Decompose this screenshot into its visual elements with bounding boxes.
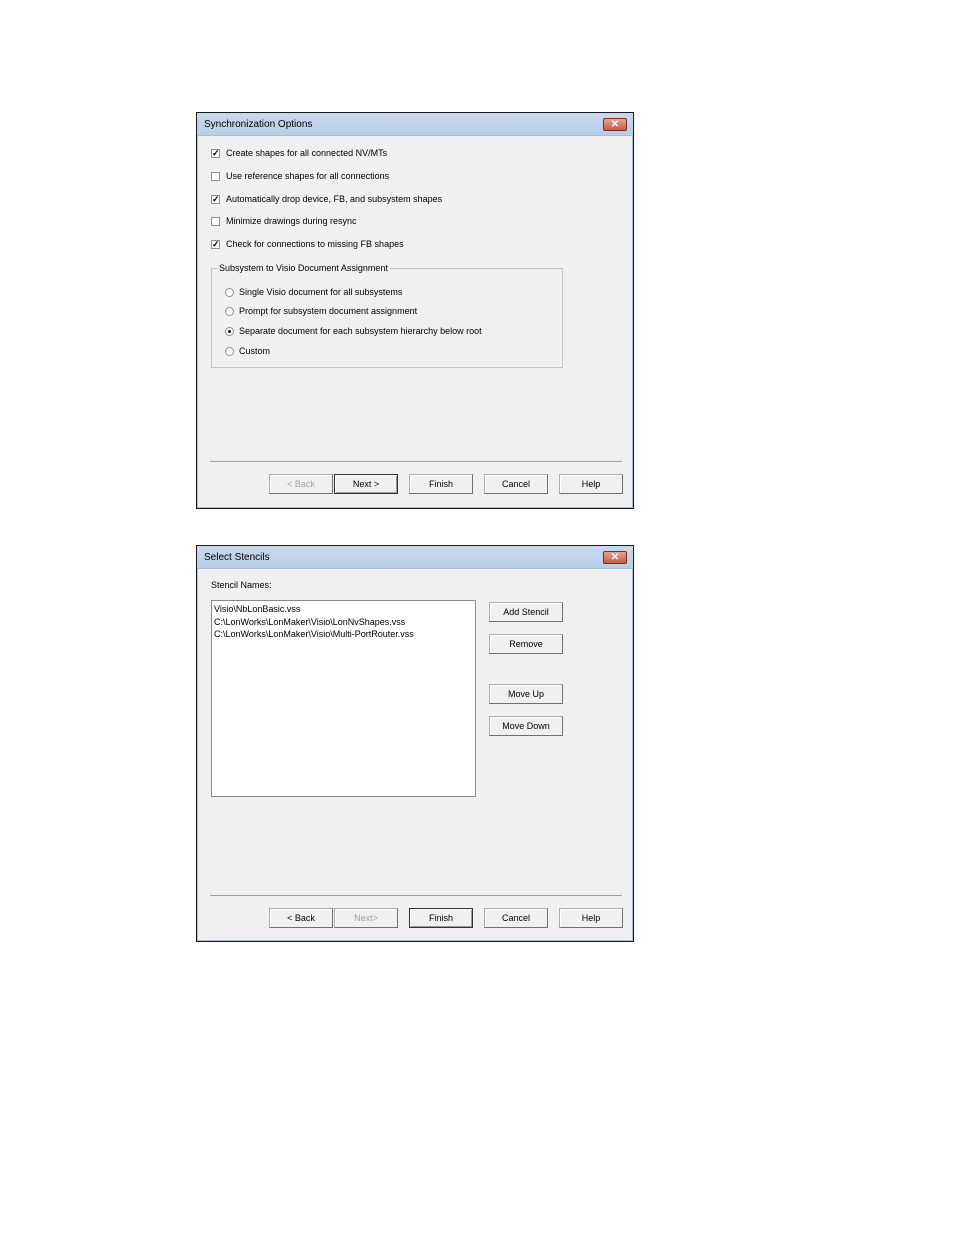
separator xyxy=(210,895,622,896)
separator xyxy=(210,461,622,462)
close-icon: ✕ xyxy=(610,119,620,130)
select-stencils-dialog: Select Stencils ✕ Stencil Names: Visio\N… xyxy=(196,545,634,942)
checkbox-check-connections[interactable]: ✓ Check for connections to missing FB sh… xyxy=(211,239,404,249)
synchronization-options-dialog: Synchronization Options ✕ ✓ Create shape… xyxy=(196,112,634,509)
checkbox-label: Check for connections to missing FB shap… xyxy=(226,239,404,249)
stencil-names-label: Stencil Names: xyxy=(211,580,272,590)
document-assignment-group: Subsystem to Visio Document Assignment S… xyxy=(211,263,563,368)
radio-button[interactable] xyxy=(225,306,234,316)
help-button[interactable]: Help xyxy=(559,474,623,494)
checkbox-create-shapes[interactable]: ✓ Create shapes for all connected NV/MTs xyxy=(211,148,387,158)
title-bar[interactable]: Synchronization Options ✕ xyxy=(197,113,633,136)
group-label: Subsystem to Visio Document Assignment xyxy=(217,263,390,273)
list-item[interactable]: C:\LonWorks\LonMaker\Visio\LonNvShapes.v… xyxy=(214,616,473,629)
cancel-button[interactable]: Cancel xyxy=(484,908,548,928)
radio-custom[interactable]: Custom xyxy=(225,346,270,356)
checkbox-box[interactable] xyxy=(211,171,220,181)
list-item[interactable]: Visio\NbLonBasic.vss xyxy=(214,603,473,616)
close-icon: ✕ xyxy=(610,552,620,563)
stencil-list[interactable]: Visio\NbLonBasic.vss C:\LonWorks\LonMake… xyxy=(211,600,476,797)
checkbox-label: Use reference shapes for all connections xyxy=(226,171,390,181)
checkbox-auto-drop[interactable]: ✓ Automatically drop device, FB, and sub… xyxy=(211,194,442,204)
checkbox-box[interactable] xyxy=(211,216,220,226)
finish-button[interactable]: Finish xyxy=(409,474,473,494)
checkbox-minimize-drawings[interactable]: Minimize drawings during resync xyxy=(211,216,357,226)
radio-prompt-assignment[interactable]: Prompt for subsystem document assignment xyxy=(225,306,417,316)
checkbox-label: Create shapes for all connected NV/MTs xyxy=(226,148,388,158)
help-button[interactable]: Help xyxy=(559,908,623,928)
remove-button[interactable]: Remove xyxy=(489,634,563,654)
radio-label: Custom xyxy=(239,346,271,356)
radio-label: Prompt for subsystem document assignment xyxy=(239,306,418,316)
next-button[interactable]: Next> xyxy=(334,908,398,928)
back-button[interactable]: < Back xyxy=(269,474,333,494)
checkbox-box[interactable]: ✓ xyxy=(211,148,220,158)
dialog-title: Select Stencils xyxy=(204,552,270,563)
checkbox-reference-shapes[interactable]: Use reference shapes for all connections xyxy=(211,171,389,181)
radio-button[interactable] xyxy=(225,346,234,356)
checkbox-label: Automatically drop device, FB, and subsy… xyxy=(226,194,443,204)
move-up-button[interactable]: Move Up xyxy=(489,684,563,704)
list-item[interactable]: C:\LonWorks\LonMaker\Visio\Multi-PortRou… xyxy=(214,628,473,641)
checkbox-label: Minimize drawings during resync xyxy=(226,216,357,226)
radio-label: Separate document for each subsystem hie… xyxy=(239,326,482,336)
add-stencil-button[interactable]: Add Stencil xyxy=(489,602,563,622)
close-button[interactable]: ✕ xyxy=(603,551,627,564)
next-button[interactable]: Next > xyxy=(334,474,398,494)
radio-single-document[interactable]: Single Visio document for all subsystems xyxy=(225,287,402,297)
cancel-button[interactable]: Cancel xyxy=(484,474,548,494)
radio-label: Single Visio document for all subsystems xyxy=(239,287,403,297)
radio-separate-document[interactable]: Separate document for each subsystem hie… xyxy=(225,326,482,336)
radio-button[interactable] xyxy=(225,287,234,297)
title-bar[interactable]: Select Stencils ✕ xyxy=(197,546,633,569)
checkbox-box[interactable]: ✓ xyxy=(211,194,220,204)
finish-button[interactable]: Finish xyxy=(409,908,473,928)
close-button[interactable]: ✕ xyxy=(603,118,627,131)
back-button[interactable]: < Back xyxy=(269,908,333,928)
checkbox-box[interactable]: ✓ xyxy=(211,239,220,249)
radio-button-selected[interactable] xyxy=(225,326,234,336)
move-down-button[interactable]: Move Down xyxy=(489,716,563,736)
dialog-title: Synchronization Options xyxy=(204,119,313,130)
